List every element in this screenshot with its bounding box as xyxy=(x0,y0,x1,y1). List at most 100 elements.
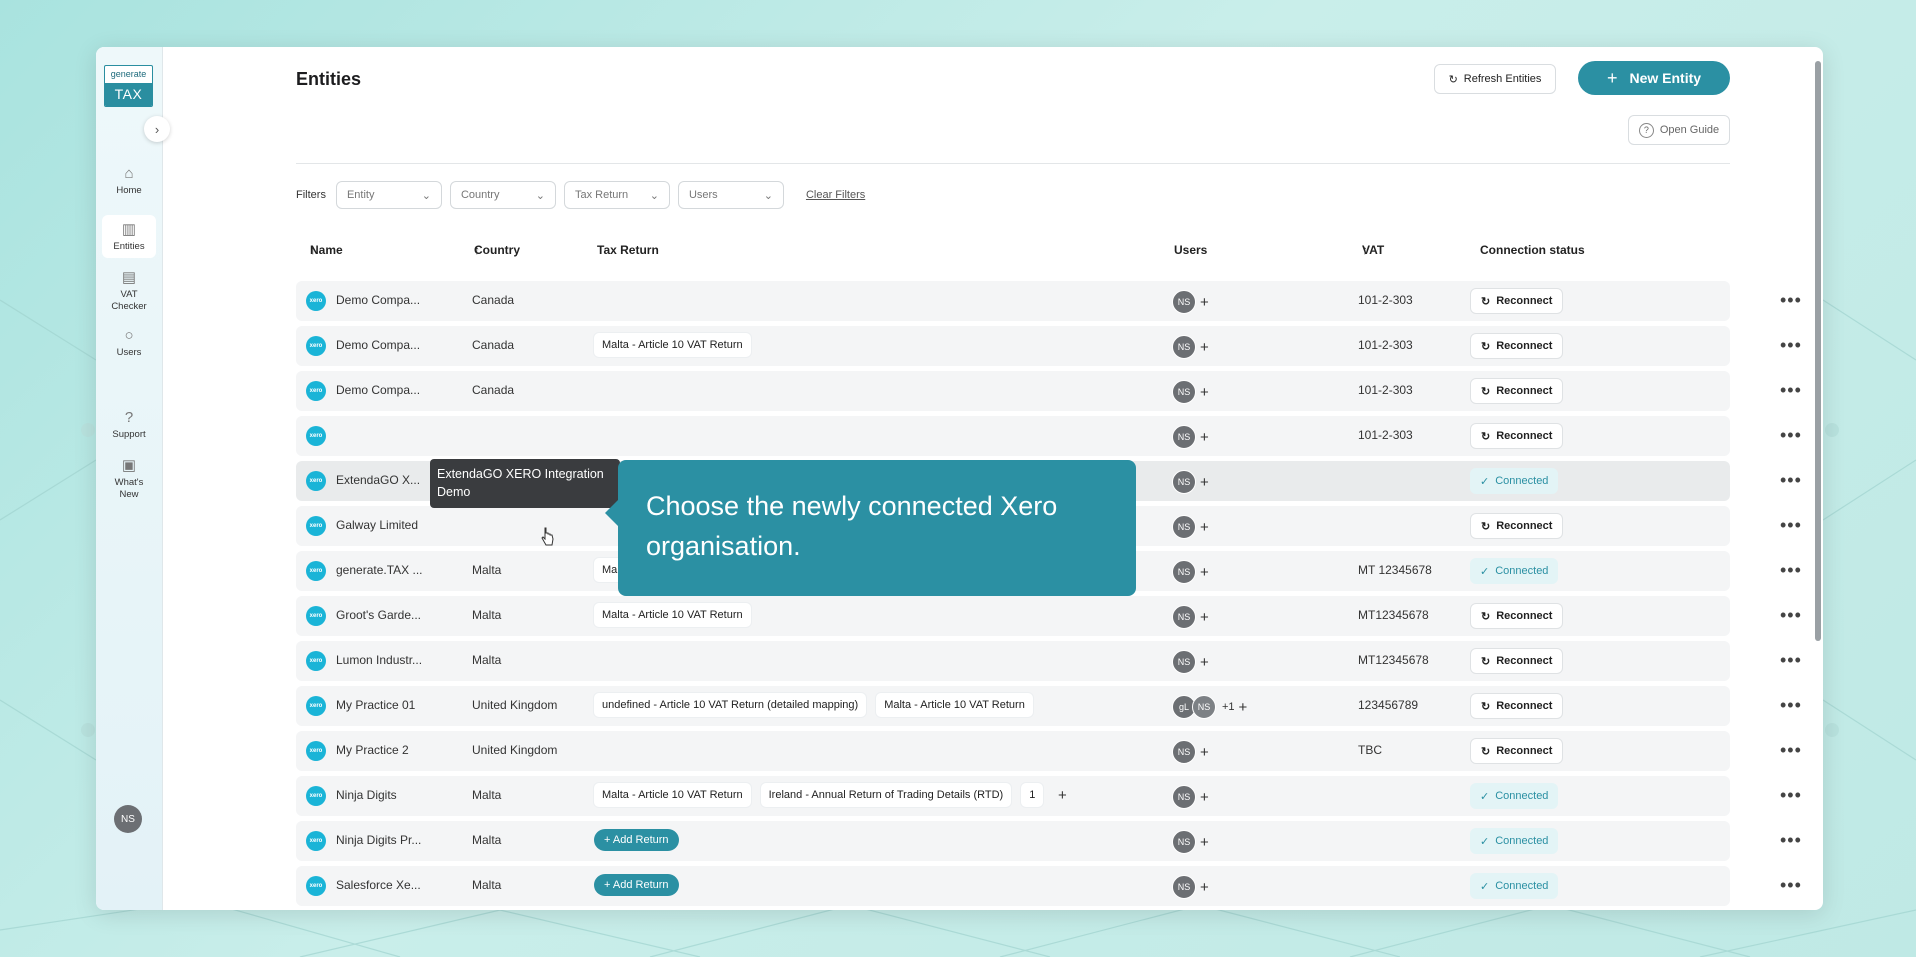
reconnect-button[interactable]: ↻ Reconnect xyxy=(1470,648,1564,674)
add-user-icon[interactable]: + xyxy=(1200,294,1209,311)
user-avatar[interactable]: NS xyxy=(1172,650,1196,674)
more-users-count[interactable]: +1 xyxy=(1222,701,1235,713)
row-actions-icon[interactable]: ••• xyxy=(1780,426,1802,444)
sidebar-item-support[interactable]: ? Support xyxy=(96,409,162,440)
entity-name[interactable]: Salesforce Xe... xyxy=(336,878,421,892)
row-actions-icon[interactable]: ••• xyxy=(1780,606,1802,624)
table-row[interactable]: xero Salesforce Xe... Malta + Add Return NS +… xyxy=(296,866,1801,906)
tax-return-tag[interactable]: Ireland - Annual Return of Trading Detai… xyxy=(760,783,1012,807)
user-avatar[interactable]: NS xyxy=(1172,830,1196,854)
sidebar-item-vat-checker[interactable]: ▤ VAT Checker xyxy=(96,269,162,313)
entity-name[interactable]: Demo Compa... xyxy=(336,338,420,352)
row-actions-icon[interactable]: ••• xyxy=(1780,471,1802,489)
user-avatar[interactable]: NS xyxy=(1192,695,1216,719)
new-entity-button[interactable]: + New Entity xyxy=(1578,61,1730,95)
user-avatar[interactable]: NS xyxy=(1172,335,1196,359)
row-actions-icon[interactable]: ••• xyxy=(1780,696,1802,714)
row-actions-icon[interactable]: ••• xyxy=(1780,651,1802,669)
entity-name[interactable]: My Practice 01 xyxy=(336,698,415,712)
reconnect-button[interactable]: ↻ Reconnect xyxy=(1470,423,1564,449)
user-avatar[interactable]: NS xyxy=(1172,290,1196,314)
sidebar-item-home[interactable]: ⌂ Home xyxy=(96,165,162,196)
entity-filter[interactable]: Entity ⌄ xyxy=(335,181,442,209)
row-actions-icon[interactable]: ••• xyxy=(1780,786,1802,804)
user-avatar[interactable]: NS xyxy=(1172,605,1196,629)
row-actions-icon[interactable]: ••• xyxy=(1780,516,1802,534)
table-row[interactable]: xero Demo Compa... Canada Malta - Article 1… xyxy=(296,326,1801,366)
tax-return-tag[interactable]: Malta - Article 10 VAT Return xyxy=(594,603,751,627)
add-user-icon[interactable]: + xyxy=(1200,654,1209,671)
entity-name[interactable]: My Practice 2 xyxy=(336,743,409,757)
entity-name[interactable]: Groot's Garde... xyxy=(336,608,421,622)
table-row[interactable]: xero Demo Compa... Canada NS +101-2-303 ↻ Reco… xyxy=(296,281,1801,321)
user-avatar[interactable]: NS xyxy=(1172,740,1196,764)
tax-return-filter[interactable]: Tax Return ⌄ xyxy=(563,181,670,209)
row-actions-icon[interactable]: ••• xyxy=(1780,876,1802,894)
open-guide-button[interactable]: ? Open Guide xyxy=(1628,115,1730,145)
user-avatar[interactable]: NS xyxy=(1172,380,1196,404)
table-row[interactable]: xero Demo Compa... Canada NS +101-2-303 ↻ Reco… xyxy=(296,371,1801,411)
tax-return-tag[interactable]: Malta - Article 10 VAT Return xyxy=(876,693,1033,717)
sidebar-item-users[interactable]: ○ Users xyxy=(96,327,162,358)
add-user-icon[interactable]: + xyxy=(1200,744,1209,761)
add-return-plus-icon[interactable]: + xyxy=(1053,787,1071,804)
add-user-icon[interactable]: + xyxy=(1200,429,1209,446)
app-logo[interactable]: generate TAX xyxy=(104,65,153,107)
add-return-button[interactable]: + Add Return xyxy=(594,829,679,851)
reconnect-button[interactable]: ↻ Reconnect xyxy=(1470,378,1564,404)
table-row[interactable]: xero Lumon Industr... Malta NS + MT12345678 ↻ R… xyxy=(296,641,1801,681)
country-filter[interactable]: Country ⌄ xyxy=(449,181,556,209)
add-user-icon[interactable]: + xyxy=(1200,789,1209,806)
users-filter[interactable]: Users ⌄ xyxy=(677,181,784,209)
table-row[interactable]: xero Ninja Digits Malta Malta - Article 10 … xyxy=(296,776,1801,816)
entity-name[interactable]: Ninja Digits Pr... xyxy=(336,833,421,847)
user-avatar[interactable]: NS xyxy=(1172,425,1196,449)
user-avatar[interactable]: NS xyxy=(1172,875,1196,899)
row-actions-icon[interactable]: ••• xyxy=(1780,561,1802,579)
user-avatar[interactable]: NS xyxy=(114,805,142,833)
table-row[interactable]: xero My Practice 01 United Kingdom undefine… xyxy=(296,686,1801,726)
reconnect-button[interactable]: ↻ Reconnect xyxy=(1470,333,1564,359)
user-avatar[interactable]: NS xyxy=(1172,470,1196,494)
add-user-icon[interactable]: + xyxy=(1200,609,1209,626)
add-user-icon[interactable]: + xyxy=(1200,564,1209,581)
row-actions-icon[interactable]: ••• xyxy=(1780,831,1802,849)
sidebar-collapse-button[interactable]: › xyxy=(144,116,170,142)
entity-name[interactable]: Lumon Industr... xyxy=(336,653,422,667)
refresh-entities-button[interactable]: ↻ Refresh Entities xyxy=(1434,64,1556,94)
table-row[interactable]: xero My Practice 2 United Kingdom NS + TBC ↻ Re… xyxy=(296,731,1801,771)
vertical-scrollbar[interactable] xyxy=(1815,61,1821,641)
add-user-icon[interactable]: + xyxy=(1200,474,1209,491)
add-user-icon[interactable]: + xyxy=(1200,519,1209,536)
add-user-icon[interactable]: + xyxy=(1200,879,1209,896)
clear-filters-link[interactable]: Clear Filters xyxy=(806,189,865,201)
row-actions-icon[interactable]: ••• xyxy=(1780,291,1802,309)
add-return-button[interactable]: + Add Return xyxy=(594,874,679,896)
entity-name[interactable]: Demo Compa... xyxy=(336,383,420,397)
table-row[interactable]: xero NS +101-2-303 ↻ Reconnect ••• xyxy=(296,416,1801,456)
add-user-icon[interactable]: + xyxy=(1239,699,1248,716)
user-avatar[interactable]: NS xyxy=(1172,785,1196,809)
user-avatar[interactable]: NS xyxy=(1172,560,1196,584)
table-row[interactable]: xero Groot's Garde... Malta Malta - Article… xyxy=(296,596,1801,636)
reconnect-button[interactable]: ↻ Reconnect xyxy=(1470,288,1564,314)
table-row[interactable]: xero Ninja Digits Pr... Malta + Add Return N… xyxy=(296,821,1801,861)
sidebar-item-entities[interactable]: ▥ Entities xyxy=(102,215,156,258)
row-actions-icon[interactable]: ••• xyxy=(1780,741,1802,759)
entity-name[interactable]: Ninja Digits xyxy=(336,788,397,802)
add-user-icon[interactable]: + xyxy=(1200,834,1209,851)
entity-name[interactable]: ExtendaGO X... xyxy=(336,473,420,487)
row-actions-icon[interactable]: ••• xyxy=(1780,381,1802,399)
reconnect-button[interactable]: ↻ Reconnect xyxy=(1470,603,1564,629)
entity-name[interactable]: generate.TAX ... xyxy=(336,563,423,577)
tax-return-tag[interactable]: 1 xyxy=(1021,783,1044,807)
sidebar-item-whats-new[interactable]: ▣ What's New xyxy=(96,457,162,501)
reconnect-button[interactable]: ↻ Reconnect xyxy=(1470,513,1564,539)
add-user-icon[interactable]: + xyxy=(1200,384,1209,401)
reconnect-button[interactable]: ↻ Reconnect xyxy=(1470,738,1564,764)
tax-return-tag[interactable]: Malta - Article 10 VAT Return xyxy=(594,783,751,807)
tax-return-tag[interactable]: undefined - Article 10 VAT Return (detai… xyxy=(594,693,867,717)
entity-name[interactable]: Galway Limited xyxy=(336,518,418,532)
entity-name[interactable]: Demo Compa... xyxy=(336,293,420,307)
add-user-icon[interactable]: + xyxy=(1200,339,1209,356)
